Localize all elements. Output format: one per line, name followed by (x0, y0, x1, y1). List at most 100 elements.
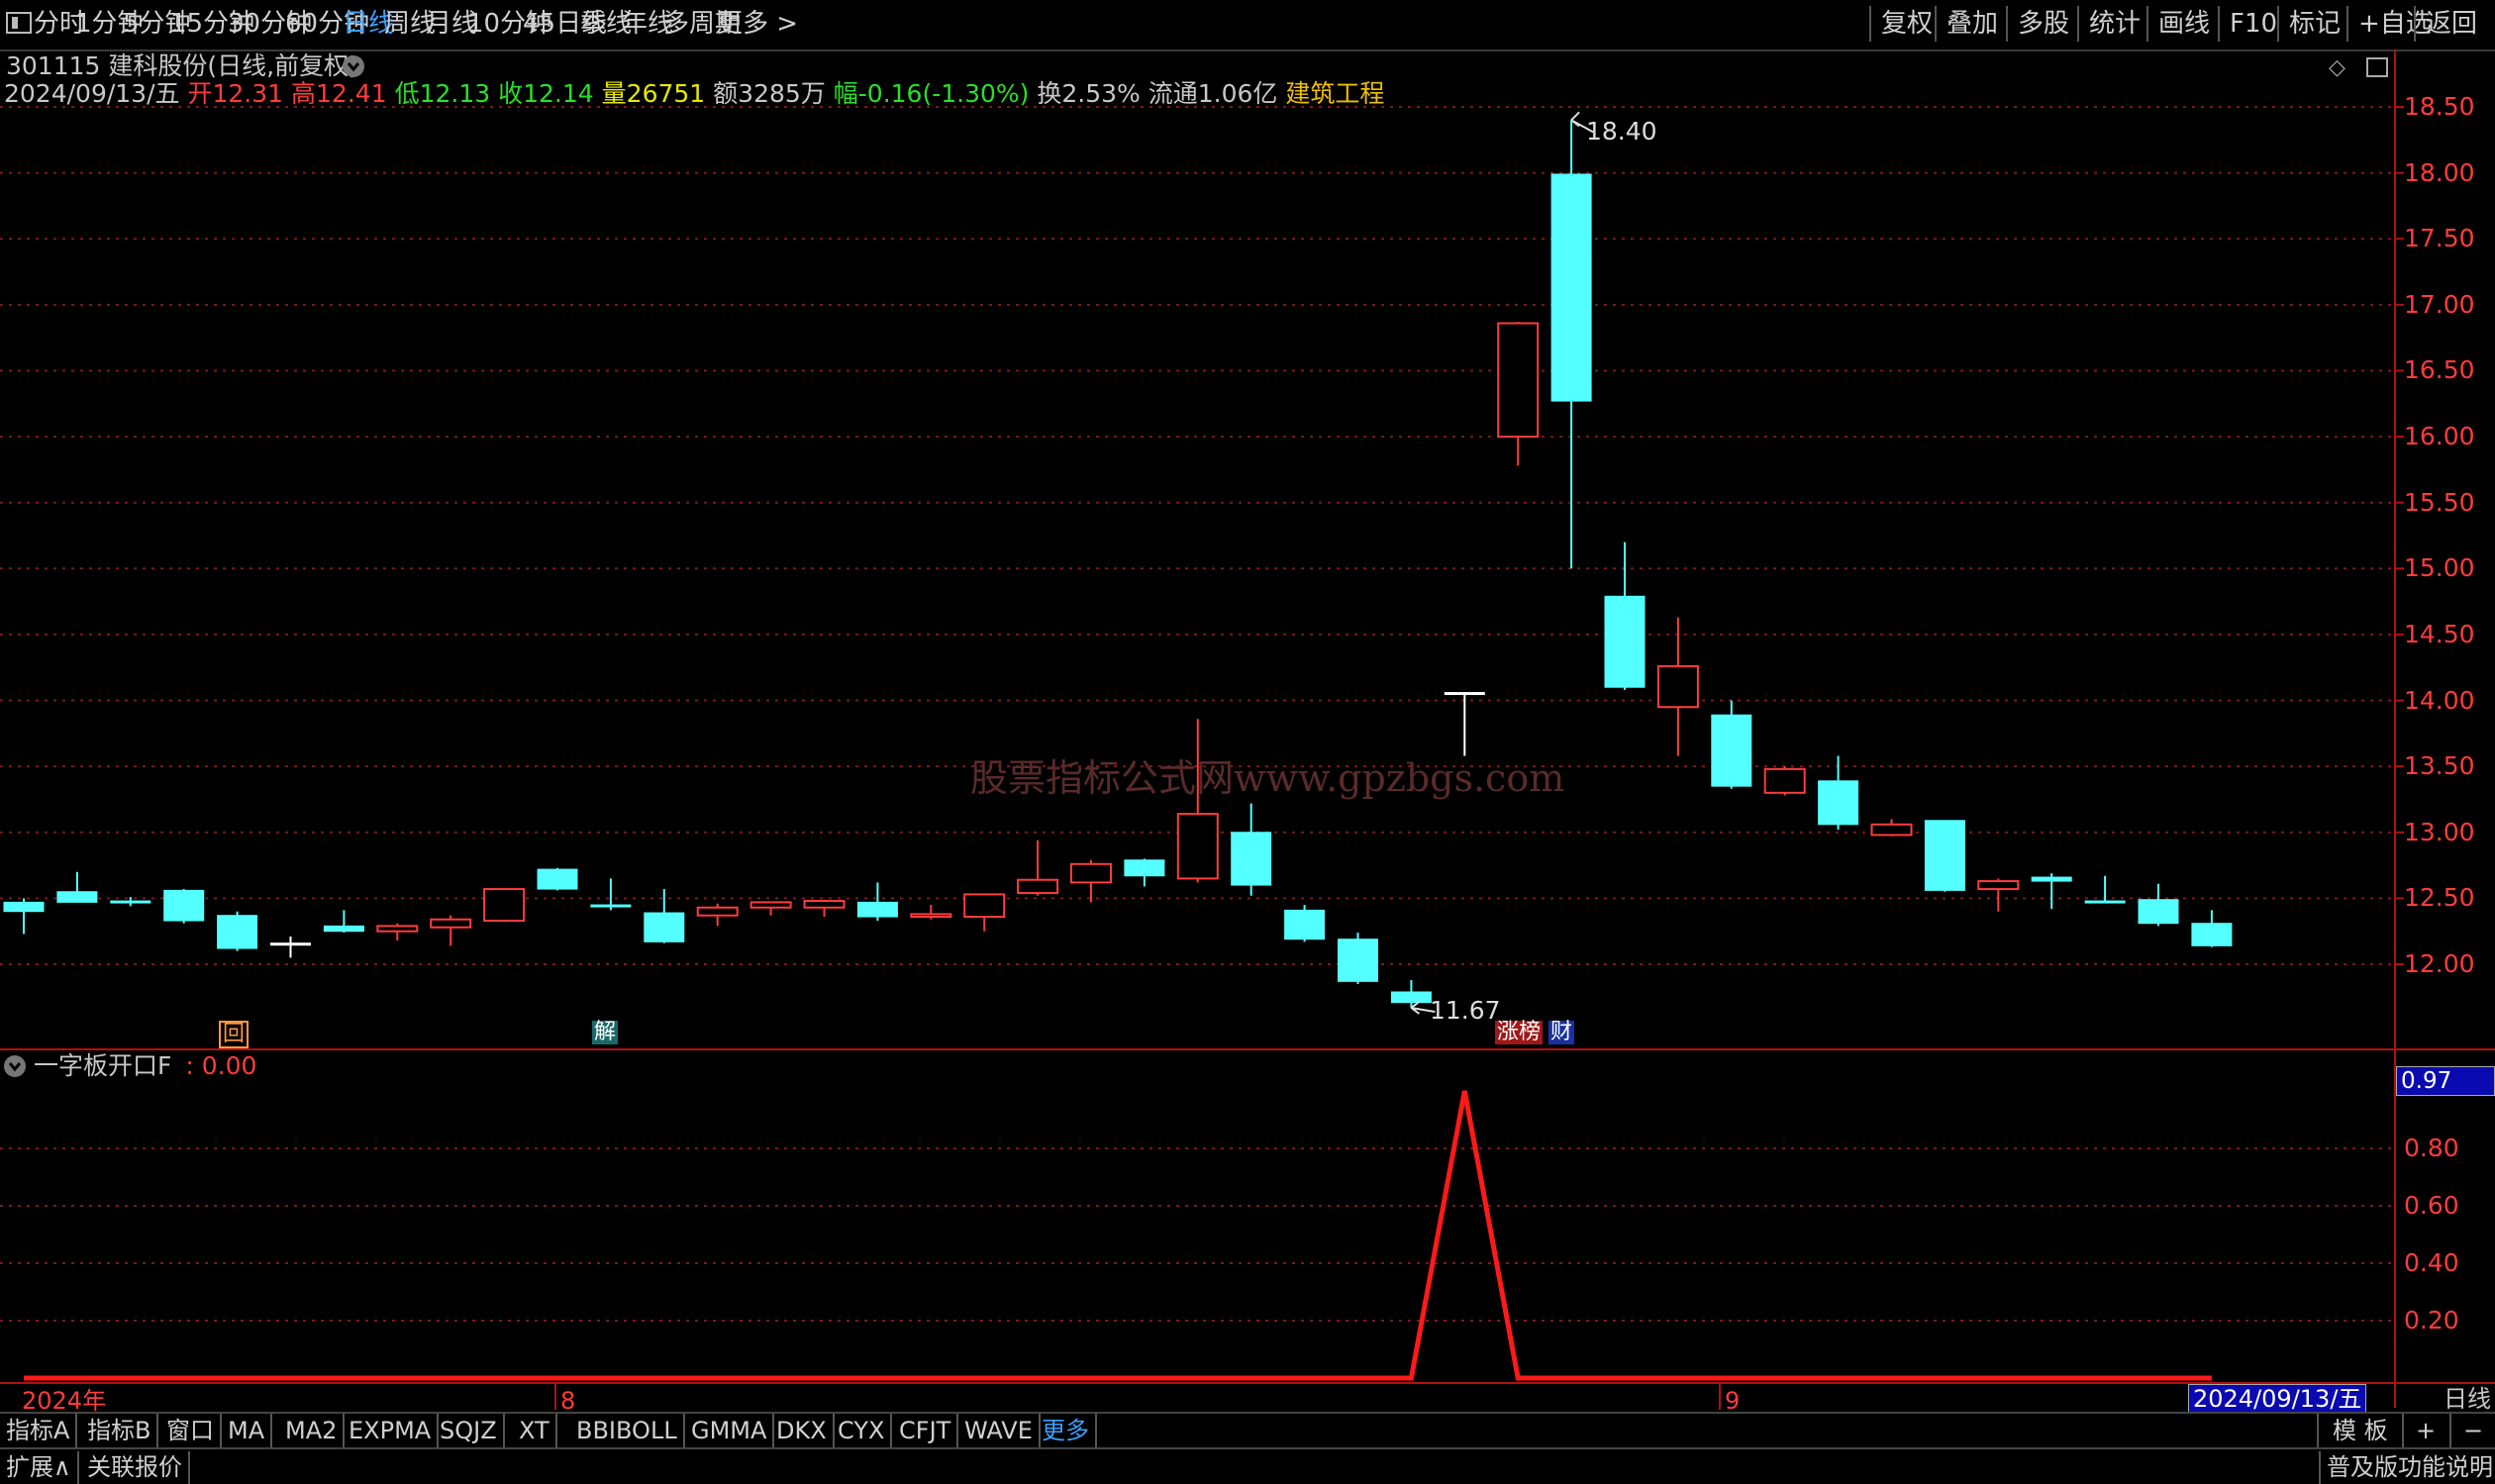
indicator-tab[interactable]: GMMA (685, 1414, 775, 1447)
candle (696, 903, 739, 927)
candle-body (376, 925, 419, 933)
candle (376, 923, 419, 941)
candle (1924, 820, 1965, 892)
candle (323, 910, 364, 934)
candle (1284, 905, 1326, 942)
candle (1818, 755, 1859, 831)
candle-body (323, 925, 364, 933)
event-marker-cai[interactable]: 财 (1548, 1021, 1575, 1044)
indicator-tab[interactable]: 指标A (0, 1414, 78, 1447)
price-axis-label: 15.00 (2404, 553, 2475, 583)
indicator-tab[interactable]: 更多 (1036, 1414, 1097, 1447)
candle-body (1070, 862, 1112, 884)
panel-divider (0, 1048, 2495, 1050)
template-button[interactable]: 模 板 (2317, 1414, 2404, 1447)
indicator-tab[interactable]: EXPMA (343, 1414, 440, 1447)
candle-body (1124, 859, 1165, 877)
edition-info-link[interactable]: 普及版功能说明 (2319, 1451, 2495, 1484)
candle-body (2138, 899, 2179, 925)
indicator-tab[interactable]: MA (222, 1414, 273, 1447)
candle-body (1497, 322, 1540, 439)
candle-body (2191, 923, 2233, 946)
chevron-down-icon[interactable] (4, 1055, 26, 1077)
candle-body (749, 901, 792, 909)
zoom-out-button[interactable]: − (2449, 1414, 2495, 1447)
current-date-badge: 2024/09/13/五 (2188, 1384, 2367, 1414)
indicator-axis-label: 0.40 (2404, 1248, 2459, 1277)
indicator-tab[interactable]: DKX (770, 1414, 835, 1447)
price-axis-label: 18.00 (2404, 157, 2475, 187)
indicator-header: 一字板开口F : 0.00 (34, 1051, 256, 1081)
indicator-tab[interactable]: SQJZ (434, 1414, 505, 1447)
candle (963, 893, 1006, 932)
low-annotation: 11.67 (1430, 996, 1501, 1025)
candle-body (1284, 909, 1326, 940)
candle (56, 871, 98, 903)
related-quotes-button[interactable]: 关联报价 (81, 1451, 190, 1484)
price-axis-label: 17.00 (2404, 289, 2475, 319)
candle (644, 889, 685, 943)
candle (1017, 840, 1059, 896)
candle-body (1924, 820, 1965, 891)
indicator-name[interactable]: 一字板开口F (34, 1051, 171, 1080)
kline-chart[interactable] (0, 0, 2495, 1484)
zoom-in-button[interactable]: + (2402, 1414, 2452, 1447)
indicator-tab[interactable]: XT (513, 1414, 557, 1447)
price-axis-label: 12.00 (2404, 949, 2475, 978)
candle-body (2084, 900, 2126, 904)
indicator-current-badge: 0.97 (2396, 1066, 2495, 1096)
candle (1124, 858, 1165, 887)
expand-button[interactable]: 扩展∧ (0, 1451, 79, 1484)
candle (430, 915, 472, 946)
indicator-line (24, 1090, 2212, 1381)
price-axis-label: 13.50 (2404, 751, 2475, 781)
indicator-axis-label: 0.60 (2404, 1191, 2459, 1220)
indicator-axis-label: 0.20 (2404, 1306, 2459, 1335)
candlestick-series (3, 111, 2233, 1015)
event-marker-hui[interactable]: 回 (219, 1021, 250, 1048)
event-marker-jie[interactable]: 解 (592, 1021, 619, 1044)
high-annotation: 18.40 (1586, 117, 1657, 146)
candle (1444, 692, 1485, 756)
indicator-tab[interactable]: CYX (832, 1414, 893, 1447)
candle-body (1017, 878, 1059, 895)
candle-body (1231, 832, 1272, 886)
price-axis-label: 16.00 (2404, 422, 2475, 451)
candle-body (217, 915, 258, 949)
price-axis-label: 15.50 (2404, 487, 2475, 517)
candle (483, 887, 526, 923)
month-tick (554, 1384, 556, 1410)
candle-body (483, 888, 526, 923)
candle (1763, 766, 1806, 796)
indicator-value: : 0.00 (185, 1051, 257, 1080)
candle-body (590, 904, 632, 908)
price-axis-label: 13.00 (2404, 817, 2475, 846)
indicator-tab[interactable]: WAVE (958, 1414, 1041, 1447)
candle-body (963, 893, 1006, 919)
price-axis-label: 14.50 (2404, 619, 2475, 648)
price-axis-label: 14.00 (2404, 685, 2475, 715)
candle-body (1870, 823, 1913, 837)
indicator-tab[interactable]: CFJT (893, 1414, 959, 1447)
candle-body (430, 918, 472, 929)
date-axis-border (0, 1382, 2495, 1384)
candle (803, 899, 846, 918)
candle (1070, 859, 1112, 903)
candle (2084, 875, 2126, 904)
candle-body (1604, 595, 1646, 688)
indicator-tab[interactable]: 指标B (81, 1414, 159, 1447)
candle (856, 882, 898, 922)
indicator-tab[interactable]: MA2 (279, 1414, 346, 1447)
indicator-tab[interactable]: BBIBOLL (570, 1414, 685, 1447)
indicator-grid (0, 1147, 2394, 1322)
indicator-tab[interactable]: 窗口 (160, 1414, 222, 1447)
candle-body (110, 900, 151, 904)
candle-body (1818, 780, 1859, 826)
candle (2031, 873, 2072, 910)
candle-body (856, 901, 898, 918)
price-axis-label: 16.50 (2404, 355, 2475, 385)
candle (1656, 617, 1699, 756)
event-marker-zhangbang[interactable]: 涨榜 (1495, 1021, 1544, 1044)
candle (3, 898, 45, 935)
candle-body (537, 868, 578, 890)
